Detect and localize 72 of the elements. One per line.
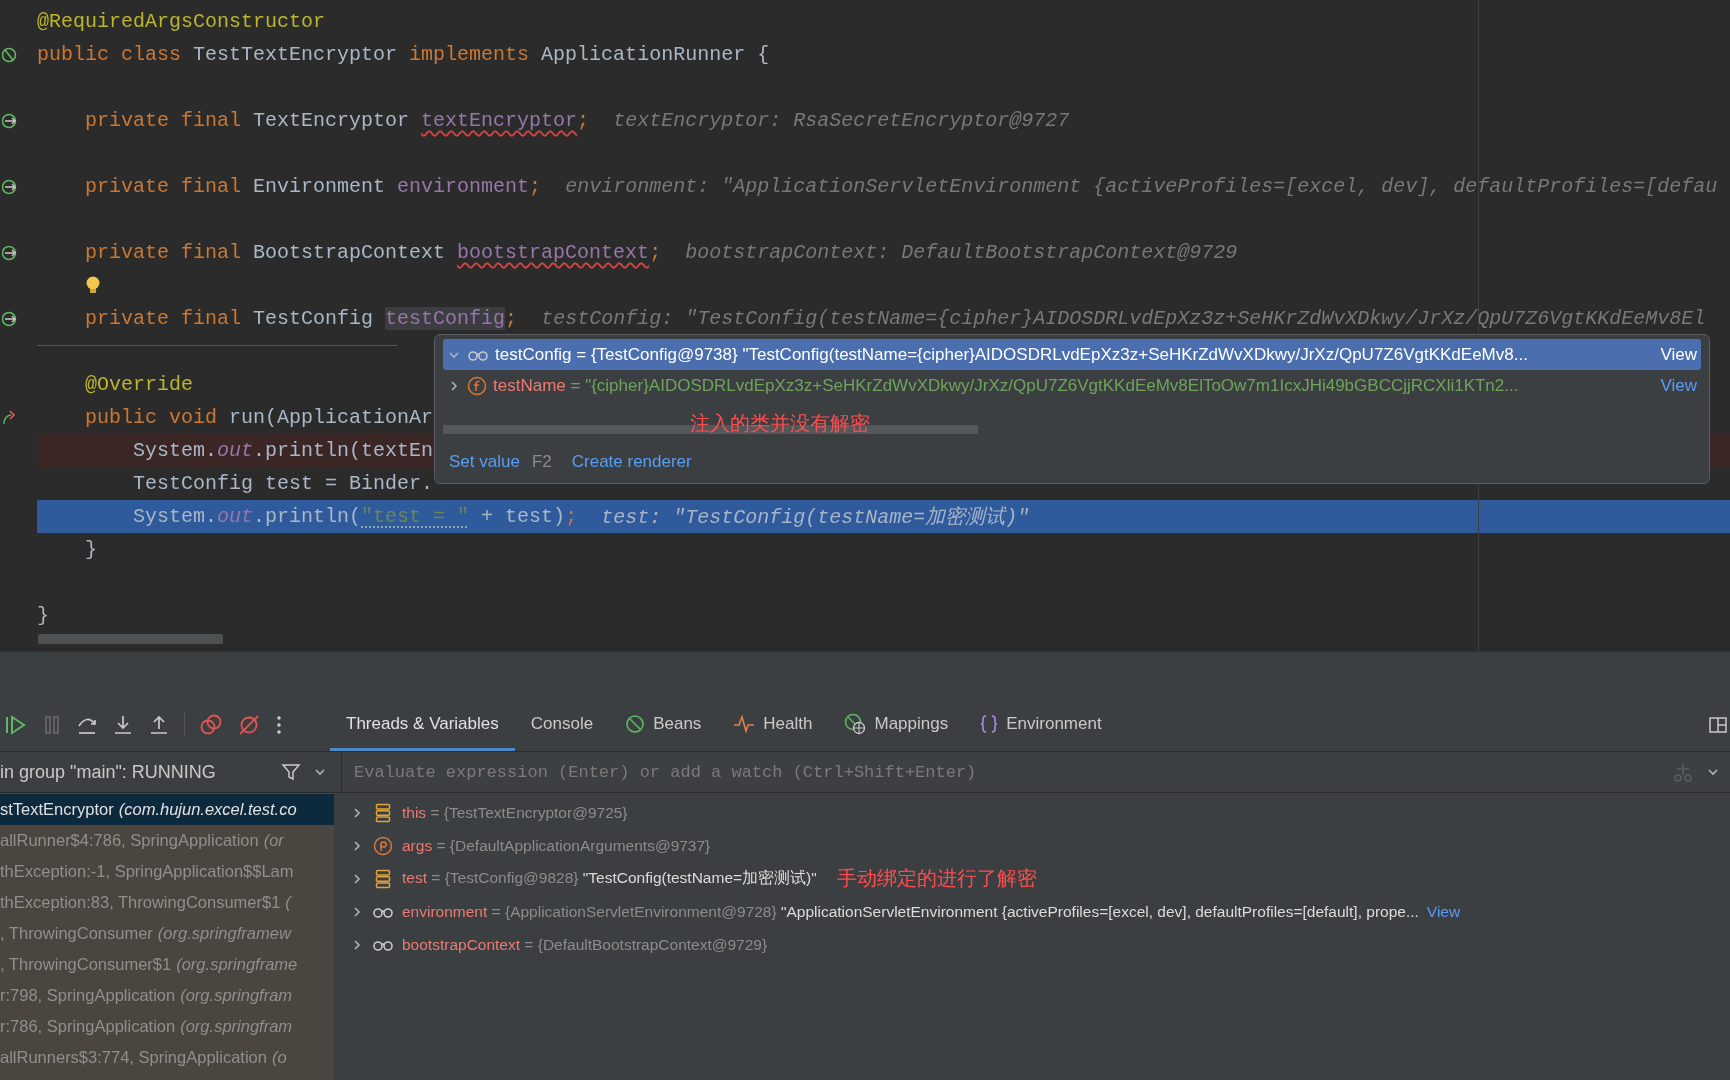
annotation-note: 手动绑定的进行了解密 xyxy=(836,866,1037,891)
variable-value: bootstrapContext = {DefaultBootstrapContext@9729} xyxy=(402,935,768,954)
code-line: private final Environment environment; xyxy=(84,175,542,198)
thread-status: in group "main": RUNNING xyxy=(0,761,217,783)
globe-leaf-icon xyxy=(844,712,867,735)
panel-tab[interactable]: Mappings xyxy=(828,699,965,751)
variable-value: args = {DefaultApplicationArguments@9737} xyxy=(402,836,711,855)
code-line: System.out.println("test = " + test); xyxy=(132,505,578,528)
view-link[interactable]: View xyxy=(1660,344,1697,365)
code-line: @Override xyxy=(84,373,194,396)
resume-icon[interactable] xyxy=(4,714,28,736)
step-out-icon[interactable] xyxy=(148,714,170,736)
code-line: private final TestConfig testConfig; xyxy=(84,307,518,330)
frame-item[interactable]: allRunners$3:774, SpringApplication (o xyxy=(0,1042,334,1073)
inlay-hint: bootstrapContext: DefaultBootstrapContext@9729 xyxy=(685,241,1238,264)
popup-row[interactable]: testName = "{cipher}AIDOSDRLvdEpXz3z+SeHKrZdWvXDkwy/JrXz/QpU7Z6VgtKKdEeMv8ElToOw7m1IcxJHi49bGBCCjjRCXli1KTn2... View xyxy=(443,370,1701,401)
scrollbar-thumb[interactable] xyxy=(38,634,223,644)
expression-input[interactable]: Evaluate expression (Enter) or add a watch (Ctrl+Shift+Enter) xyxy=(352,761,1660,783)
mute-breakpoints-icon[interactable] xyxy=(237,714,261,736)
frame-item[interactable]: , ThrowingConsumer (org.springframew xyxy=(0,918,334,949)
layout-icon[interactable] xyxy=(1708,715,1728,735)
inlay-hint: test: "TestConfig(testName=加密测试)" xyxy=(601,505,1030,530)
stack-icon xyxy=(375,802,391,823)
variable-value: testConfig = {TestConfig@9738} "TestConfig(testName={cipher}AIDOSDRLvdEpXz3z+SeHKrZdWvXDkwy/JrXz/QpU7Z6VgtKKdEeMv8... xyxy=(495,344,1529,365)
stack-icon xyxy=(375,868,391,889)
panel-tab[interactable]: Console xyxy=(514,699,610,751)
variable-value: environment = {ApplicationServletEnvironment@9728} "ApplicationServletEnvironment {activeProfiles=[excel, dev], defaultProfiles=[default], prope... xyxy=(402,902,1419,921)
variable-value: test = {TestConfig@9828} "TestConfig(testName=加密测试)" xyxy=(402,868,817,888)
code-line: } xyxy=(84,538,97,561)
frame-item[interactable]: stTextEncryptor (com.hujun.excel.test.co xyxy=(0,794,334,825)
view-link[interactable]: View xyxy=(1660,375,1697,396)
variable-value: testName = "{cipher}AIDOSDRLvdEpXz3z+SeHKrZdWvXDkwy/JrXz/QpU7Z6VgtKKdEeMv8ElToOw7m1IcxJHi49bGBCCjjRCXli1KTn2... xyxy=(493,375,1520,396)
glasses-icon xyxy=(372,905,394,918)
code-editor[interactable] xyxy=(0,0,1730,651)
annotation-note: 注入的类并没有解密 xyxy=(690,410,870,436)
braces-icon xyxy=(980,713,999,734)
code-line: private final TextEncryptor textEncryptor; xyxy=(84,109,590,132)
panel-tab[interactable]: Beans xyxy=(609,699,718,751)
code-line: @RequiredArgsConstructor xyxy=(37,10,326,33)
code-line: System.out.println(textEn xyxy=(132,439,434,462)
inlay-hint: environment: "ApplicationServletEnvironment {activeProfiles=[excel, dev], defaultProfiles=[defau xyxy=(565,175,1718,198)
panel-tab[interactable]: Environment xyxy=(964,699,1118,751)
inlay-hint: textEncryptor: RsaSecretEncryptor@9727 xyxy=(613,109,1070,132)
breakpoints-icon[interactable] xyxy=(199,714,223,736)
filter-icon[interactable] xyxy=(281,762,301,782)
code-line: } xyxy=(37,604,49,627)
shortcut-label: F2 xyxy=(531,452,552,472)
inlay-hint: testConfig: "TestConfig(testName={cipher}AIDOSDRLvdEpXz3z+SeHKrZdWvXDkwy/JrXz/QpU7Z6VgtKKdEeMv8El xyxy=(541,307,1706,330)
frame-item[interactable]: r:798, SpringApplication (org.springfram xyxy=(0,980,334,1011)
code-line: public void run(ApplicationAr xyxy=(84,406,434,429)
variable-value: this = {TestTextEncryptor@9725} xyxy=(402,803,628,822)
popup-row[interactable]: testConfig = {TestConfig@9738} "TestConfig(testName={cipher}AIDOSDRLvdEpXz3z+SeHKrZdWvXDkwy/JrXz/QpU7Z6VgtKKdEeMv8... View xyxy=(443,339,1701,370)
parameter-icon xyxy=(373,835,393,856)
field-icon xyxy=(467,375,487,396)
view-link[interactable]: View xyxy=(1426,902,1461,921)
code-line: TestConfig test = Binder. xyxy=(132,472,434,495)
action-link[interactable]: Set value xyxy=(449,452,520,472)
panel-tab[interactable]: Health xyxy=(717,699,829,751)
code-line: private final BootstrapContext bootstrapContext; xyxy=(84,241,662,264)
glasses-icon xyxy=(372,938,394,951)
leaf-icon xyxy=(625,713,646,734)
frame-item[interactable]: allRunner$4:786, SpringApplication (or xyxy=(0,825,334,856)
frame-item[interactable]: r:786, SpringApplication (org.springfram xyxy=(0,1011,334,1042)
more-icon[interactable] xyxy=(275,714,283,736)
frame-item[interactable]: thException:83, ThrowingConsumer$1 ( xyxy=(0,887,334,918)
action-link[interactable]: Create renderer xyxy=(571,452,692,472)
frame-item[interactable]: thException:-1, SpringApplication$$Lam xyxy=(0,856,334,887)
glasses-icon xyxy=(467,348,489,361)
step-into-icon[interactable] xyxy=(112,714,134,736)
pulse-icon xyxy=(733,714,756,733)
frame-item[interactable]: , ThrowingConsumer$1 (org.springframe xyxy=(0,949,334,980)
code-line: public class TestTextEncryptor implements ApplicationRunner { xyxy=(37,43,770,66)
